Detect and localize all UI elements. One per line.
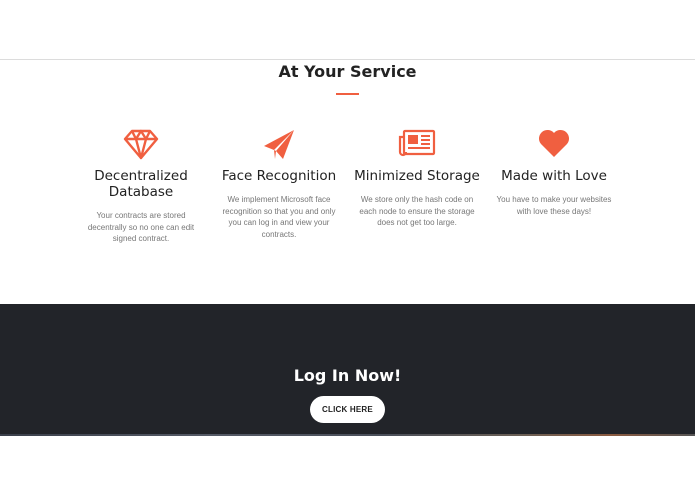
section-title: At Your Service: [278, 62, 417, 81]
bottom-image-strip: [0, 434, 695, 436]
feature-description: We store only the hash code on each node…: [359, 195, 475, 227]
feature-title: Face Recognition: [221, 168, 337, 184]
header-divider: [0, 59, 695, 60]
click-here-button[interactable]: CLICK HERE: [310, 396, 385, 423]
feature-decentralized-database: Decentralized Database Your contracts ar…: [76, 128, 206, 245]
feature-minimized-storage: Minimized Storage We store only the hash…: [352, 128, 482, 229]
feature-description: Your contracts are stored decentrally so…: [87, 211, 195, 243]
feature-title: Minimized Storage: [354, 168, 480, 184]
feature-description: You have to make your websites with love…: [496, 195, 612, 216]
cta-title: Log In Now!: [293, 366, 402, 385]
feature-title: Decentralized Database: [94, 168, 188, 200]
title-accent-rule: [336, 93, 359, 95]
feature-description: We implement Microsoft face recognition …: [222, 195, 336, 239]
feature-made-with-love: Made with Love You have to make your web…: [489, 128, 619, 217]
diamond-icon: [76, 128, 206, 164]
feature-face-recognition: Face Recognition We implement Microsoft …: [214, 128, 344, 240]
paper-plane-icon: [214, 128, 344, 164]
heart-icon: [489, 128, 619, 164]
login-cta-section: Log In Now! CLICK HERE: [0, 304, 695, 436]
feature-title: Made with Love: [501, 168, 607, 184]
newspaper-icon: [352, 128, 482, 164]
